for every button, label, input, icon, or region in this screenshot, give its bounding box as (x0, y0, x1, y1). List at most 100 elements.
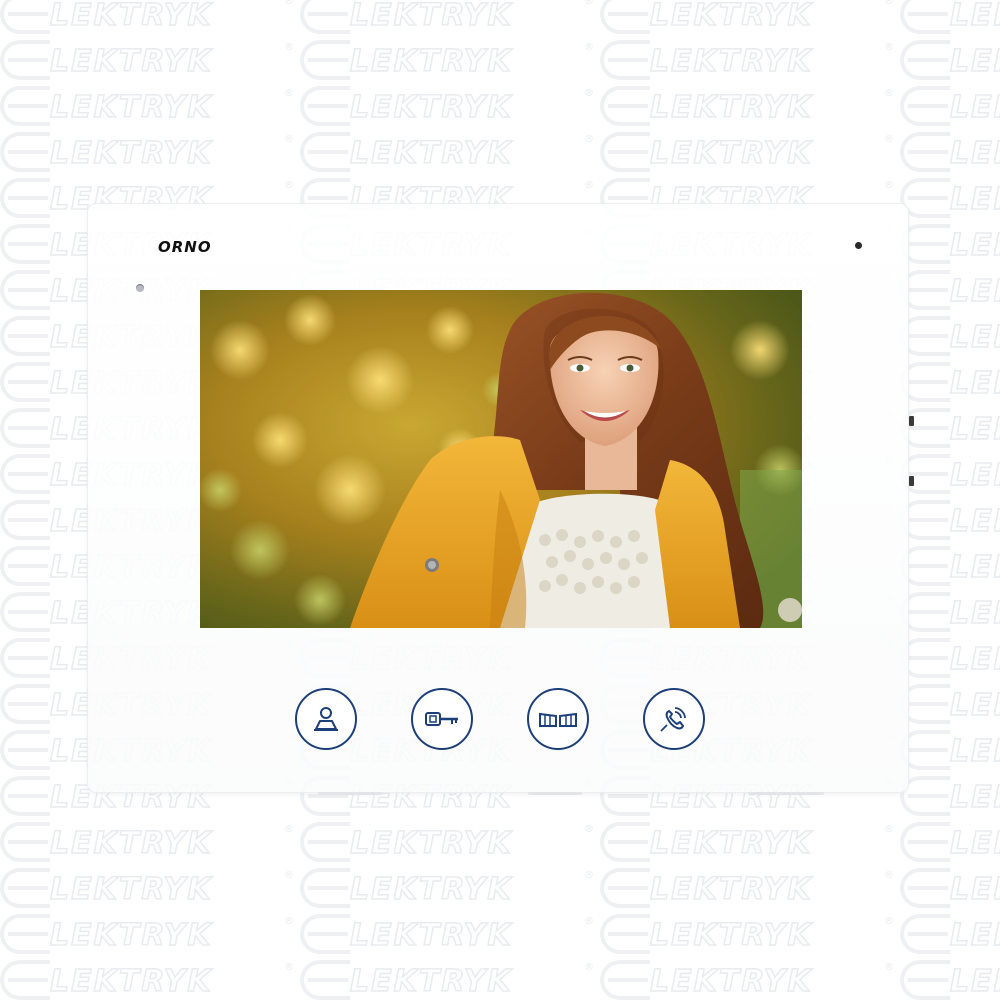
watermark-logo: LEKTRYK® (900, 452, 1000, 498)
watermark-logo: LEKTRYK ® (600, 130, 900, 176)
watermark-logo: LEKTRYK® (900, 406, 1000, 452)
watermark-row: LEKTRYK®LEKTRYK®LEKTRYK®LEKTRYK® (0, 820, 1000, 866)
watermark-logo: LEKTRYK® (900, 728, 1000, 774)
watermark-e-mark (900, 0, 950, 34)
watermark-e-mark (0, 132, 50, 172)
unlock-door-button[interactable] (411, 688, 473, 750)
monitor-button[interactable] (295, 688, 357, 750)
watermark-e-mark (0, 40, 50, 80)
watermark-logo: LEKTRYK® (900, 544, 1000, 590)
watermark-logo: LEKTRYK® (900, 314, 1000, 360)
screen-image (200, 290, 802, 628)
watermark-e-mark (600, 868, 650, 908)
call-button[interactable] (643, 688, 705, 750)
watermark-text: LEKTRYK (349, 89, 513, 126)
watermark-text: LEKTRYK (49, 135, 213, 172)
watermark-e-mark (0, 0, 50, 34)
bottom-vent (318, 792, 382, 795)
watermark-logo: LEKTRYK ® (600, 866, 900, 912)
watermark-e-mark (0, 730, 50, 770)
watermark-e-mark (600, 40, 650, 80)
watermark-row: LEKTRYK®LEKTRYK®LEKTRYK®LEKTRYK® (0, 958, 1000, 1000)
watermark-text: LEKTRYK (949, 595, 1000, 632)
watermark-text: LEKTRYK (949, 411, 1000, 448)
watermark-e-mark (0, 684, 50, 724)
watermark-e-mark (0, 408, 50, 448)
watermark-text: LEKTRYK (649, 871, 813, 908)
watermark-e-mark (0, 546, 50, 586)
watermark-logo: LEKTRYK® (300, 958, 600, 1000)
watermark-logo: LEKTRYK® (900, 682, 1000, 728)
watermark-text: LEKTRYK (349, 0, 513, 34)
watermark-text: LEKTRYK (649, 135, 813, 172)
brand-logo: ORNO (158, 238, 212, 256)
watermark-e-mark (900, 86, 950, 126)
watermark-e-mark (0, 224, 50, 264)
bottom-vent (528, 792, 582, 795)
watermark-row: LEKTRYK®LEKTRYK®LEKTRYK®LEKTRYK® (0, 912, 1000, 958)
watermark-logo: LEKTRYK® (900, 958, 1000, 1000)
watermark-e-mark (0, 500, 50, 540)
watermark-text: LEKTRYK (349, 825, 513, 862)
watermark-e-mark (600, 86, 650, 126)
watermark-e-mark (300, 132, 350, 172)
watermark-text: LEKTRYK (49, 89, 213, 126)
watermark-e-mark (900, 822, 950, 862)
watermark-registered-mark: ® (884, 870, 894, 881)
watermark-text: LEKTRYK (49, 871, 213, 908)
watermark-e-mark (300, 822, 350, 862)
watermark-text: LEKTRYK (49, 825, 213, 862)
side-button-upper[interactable] (909, 416, 914, 426)
watermark-logo: LEKTRYK ® (600, 958, 900, 1000)
product-photo: LEKTRYK ® LEKTRYK ® LEKTRYK ® LEKTRYK ® LEKTRYK ®… (0, 0, 1000, 1000)
watermark-text: LEKTRYK (949, 43, 1000, 80)
watermark-text: LEKTRYK (949, 365, 1000, 402)
phone-icon (660, 707, 686, 732)
watermark-registered-mark: ® (884, 88, 894, 99)
watermark-e-mark (0, 454, 50, 494)
sensor-dot (855, 242, 862, 249)
watermark-logo: LEKTRYK ® (600, 84, 900, 130)
watermark-text: LEKTRYK (649, 963, 813, 1000)
watermark-row: LEKTRYK®LEKTRYK®LEKTRYK®LEKTRYK® (0, 84, 1000, 130)
watermark-logo: LEKTRYK® (900, 0, 1000, 38)
watermark-registered-mark: ® (884, 962, 894, 973)
watermark-registered-mark: ® (584, 88, 594, 99)
watermark-registered-mark: ® (884, 180, 894, 191)
watermark-logo: LEKTRYK® (900, 84, 1000, 130)
watermark-e-mark (900, 40, 950, 80)
watermark-row: LEKTRYK®LEKTRYK®LEKTRYK®LEKTRYK® (0, 0, 1000, 38)
watermark-text: LEKTRYK (349, 135, 513, 172)
watermark-e-mark (0, 316, 50, 356)
watermark-text: LEKTRYK (949, 503, 1000, 540)
watermark-registered-mark: ® (284, 870, 294, 881)
watermark-logo: LEKTRYK® (900, 498, 1000, 544)
watermark-registered-mark: ® (584, 0, 594, 7)
watermark-text: LEKTRYK (49, 917, 213, 954)
watermark-e-mark (0, 270, 50, 310)
watermark-registered-mark: ® (284, 180, 294, 191)
watermark-registered-mark: ® (884, 134, 894, 145)
watermark-text: LEKTRYK (949, 641, 1000, 678)
watermark-e-mark (300, 914, 350, 954)
watermark-logo: LEKTRYK® (900, 130, 1000, 176)
watermark-text: LEKTRYK (949, 733, 1000, 770)
open-gate-button[interactable] (527, 688, 589, 750)
watermark-logo: LEKTRYK® (900, 268, 1000, 314)
watermark-logo: LEKTRYK® (600, 912, 900, 958)
watermark-text: LEKTRYK (349, 43, 513, 80)
watermark-text: LEKTRYK (49, 963, 213, 1000)
side-button-lower[interactable] (909, 476, 914, 486)
watermark-logo: LEKTRYK® (900, 176, 1000, 222)
watermark-e-mark (300, 40, 350, 80)
watermark-row: LEKTRYK®LEKTRYK®LEKTRYK®LEKTRYK® (0, 130, 1000, 176)
watermark-text: LEKTRYK (49, 0, 213, 34)
key-icon (425, 712, 458, 726)
watermark-logo: LEKTRYK® (900, 360, 1000, 406)
watermark-registered-mark: ® (884, 916, 894, 927)
watermark-registered-mark: ® (284, 0, 294, 7)
watermark-text: LEKTRYK (949, 0, 1000, 34)
watermark-logo: LEKTRYK® (300, 912, 600, 958)
watermark-text: LEKTRYK (649, 89, 813, 126)
watermark-logo: LEKTRYK® (0, 912, 300, 958)
